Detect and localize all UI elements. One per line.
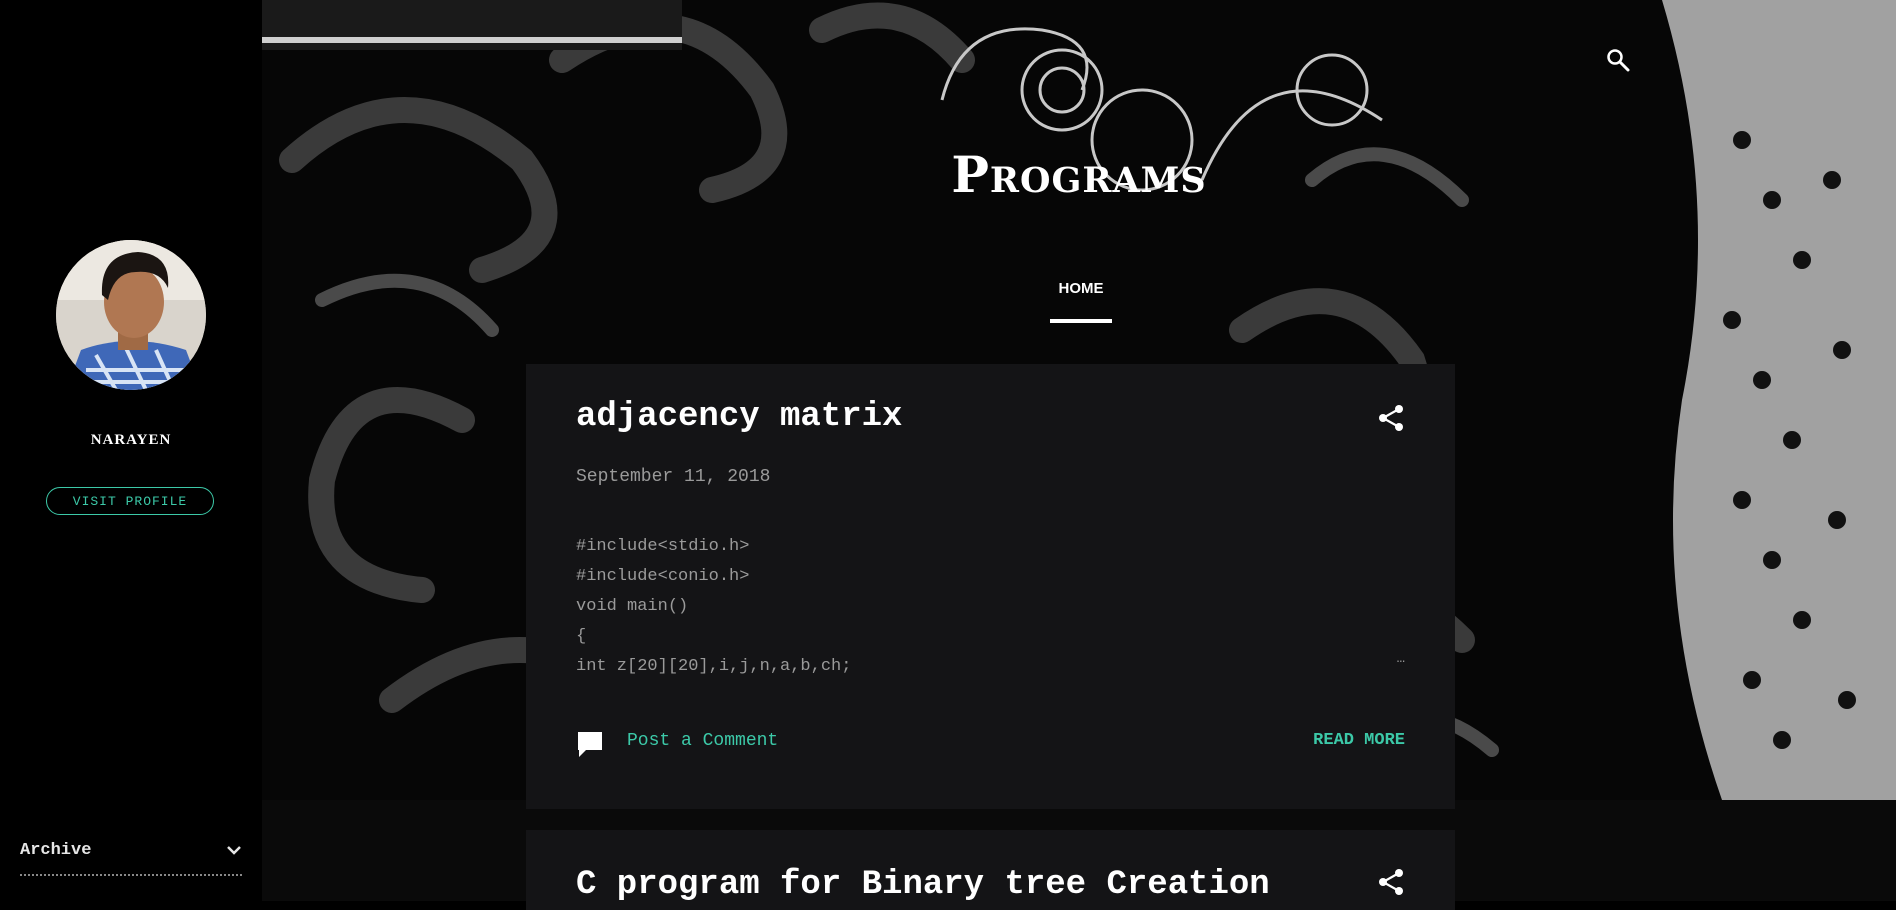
profile-name: NARAYEN — [90, 432, 172, 448]
comment-icon[interactable] — [576, 730, 604, 758]
read-more-link[interactable]: READ MORE — [1313, 731, 1405, 750]
snippet-ellipsis: … — [1396, 651, 1405, 667]
post-card: adjacency matrix September 11, 2018 #inc… — [526, 364, 1455, 809]
snippet-line: #include<stdio.h> — [576, 537, 750, 556]
post-title[interactable]: adjacency matrix — [576, 398, 902, 436]
sidebar: NARAYEN VISIT PROFILE Archive — [0, 0, 262, 901]
avatar[interactable] — [56, 240, 206, 390]
chevron-down-icon — [227, 846, 241, 855]
archive-toggle[interactable]: Archive — [20, 826, 242, 876]
share-icon[interactable] — [1378, 868, 1404, 896]
site-title[interactable]: Programs — [262, 145, 1896, 204]
post-title[interactable]: C program for Binary tree Creation — [576, 866, 1270, 904]
post-comment-link[interactable]: Post a Comment — [627, 731, 778, 751]
snippet-line: #include<conio.h> — [576, 567, 750, 586]
archive-label: Archive — [20, 840, 92, 860]
post-card: C program for Binary tree Creation — [526, 830, 1455, 910]
post-date: September 11, 2018 — [576, 467, 771, 487]
nav-active-indicator — [1050, 319, 1112, 323]
snippet-line: int z[20][20],i,j,n,a,b,ch; — [576, 657, 852, 676]
visit-profile-button[interactable]: VISIT PROFILE — [46, 487, 214, 515]
post-snippet: #include<stdio.h> #include<conio.h> void… — [576, 532, 851, 682]
search-icon[interactable] — [1606, 48, 1630, 72]
share-icon[interactable] — [1378, 404, 1404, 432]
nav-home-tab[interactable]: HOME — [1050, 280, 1112, 297]
snippet-line: void main() — [576, 597, 689, 616]
snippet-line: { — [576, 627, 587, 646]
